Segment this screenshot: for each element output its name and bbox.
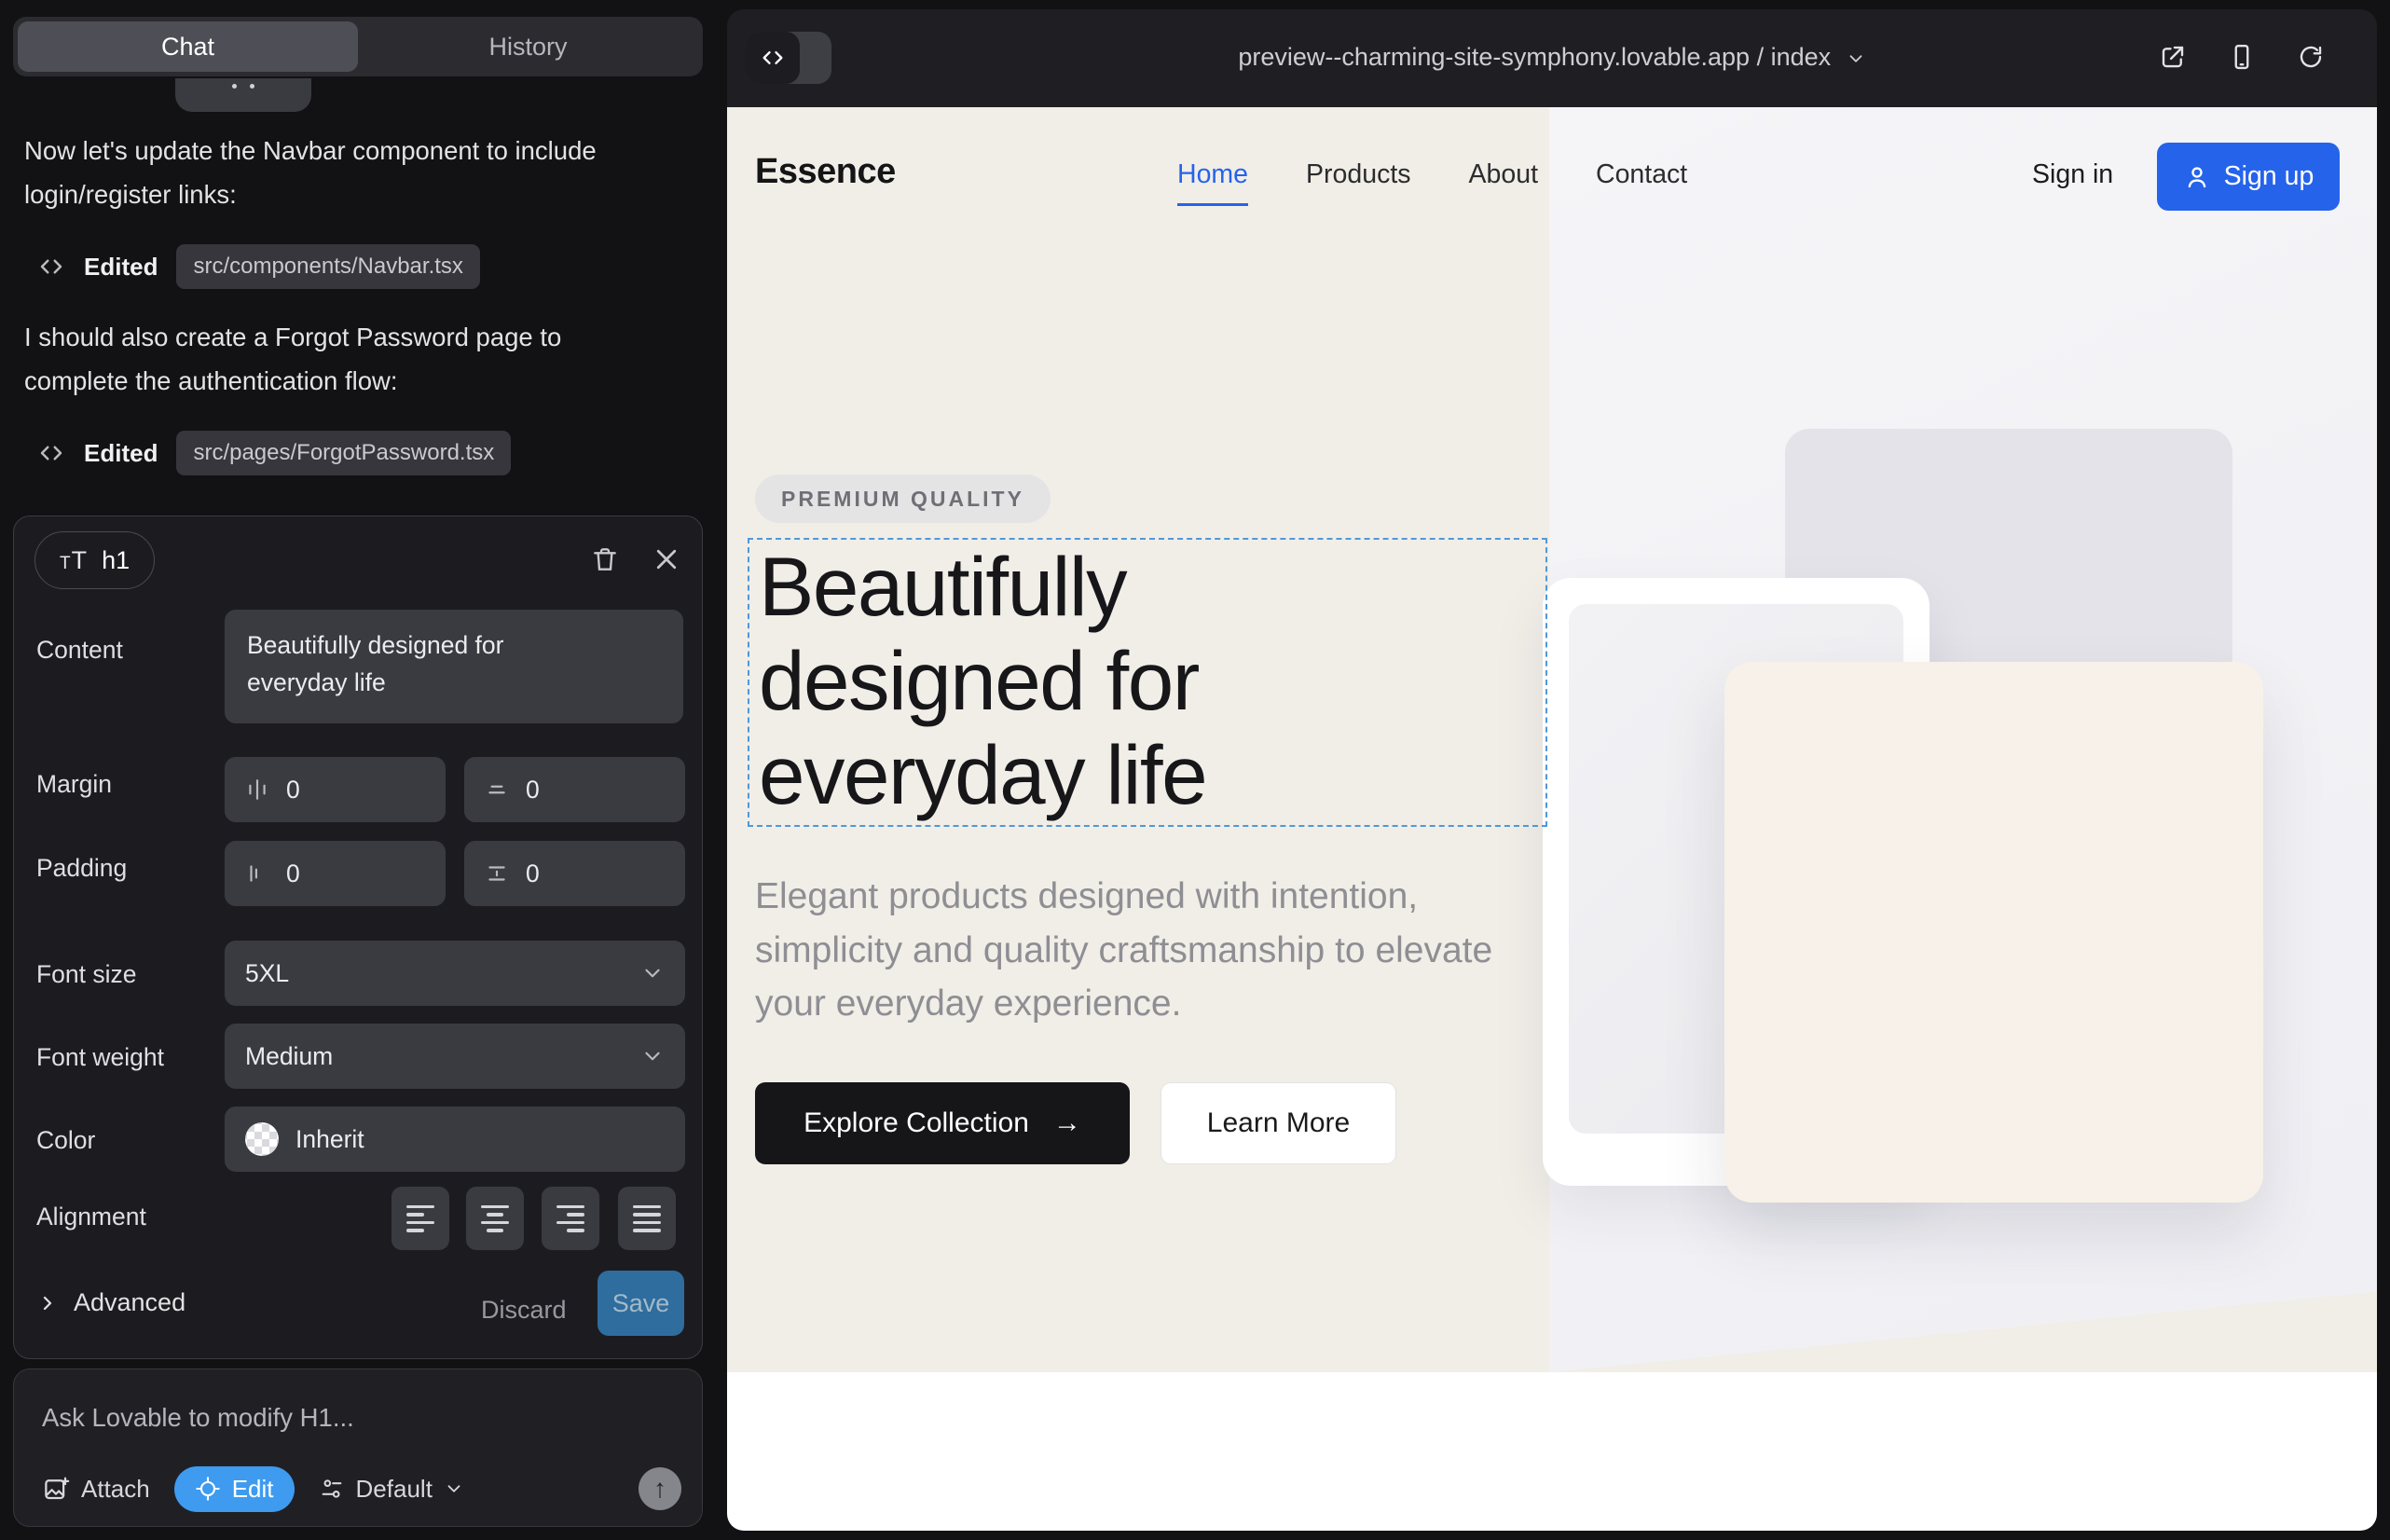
learn-more-button[interactable]: Learn More xyxy=(1161,1082,1396,1164)
color-value: Inherit xyxy=(295,1125,364,1154)
send-button[interactable]: ↑ xyxy=(639,1467,681,1510)
chevron-down-icon xyxy=(444,1478,464,1499)
app-root: Chat History Now let's update the Navbar… xyxy=(0,0,2390,1540)
image-plus-icon xyxy=(42,1475,70,1503)
open-external-button[interactable] xyxy=(2159,43,2187,71)
attach-button[interactable]: Attach xyxy=(42,1475,150,1504)
align-left-icon xyxy=(406,1205,434,1232)
align-right-icon xyxy=(556,1205,584,1232)
code-icon xyxy=(37,439,65,467)
color-select[interactable]: Inherit xyxy=(225,1107,685,1172)
nav-link-products[interactable]: Products xyxy=(1306,159,1410,206)
padding-y-input[interactable]: 0 xyxy=(464,841,685,906)
nav-link-home[interactable]: Home xyxy=(1177,159,1248,206)
align-justify-icon xyxy=(633,1205,661,1232)
align-left-button[interactable] xyxy=(391,1187,449,1250)
nav-link-about[interactable]: About xyxy=(1469,159,1538,206)
edit-mode-button[interactable]: Edit xyxy=(174,1466,295,1512)
preview-window: preview--charming-site-symphony.lovable.… xyxy=(727,9,2377,1531)
content-textarea[interactable]: Beautifully designed for everyday life xyxy=(225,610,683,723)
arrow-right-icon: → xyxy=(1053,1107,1081,1139)
chat-composer[interactable]: Ask Lovable to modify H1... Attach Edit … xyxy=(13,1368,703,1527)
font-weight-value: Medium xyxy=(245,1042,333,1071)
nav-link-contact[interactable]: Contact xyxy=(1596,159,1687,206)
tab-chat[interactable]: Chat xyxy=(18,21,358,72)
sign-in-link[interactable]: Sign in xyxy=(2032,159,2113,190)
decor-card-cream xyxy=(1724,662,2263,1203)
font-size-value: 5XL xyxy=(245,959,289,988)
close-panel-button[interactable] xyxy=(646,539,687,580)
chevron-down-icon xyxy=(640,961,665,985)
padding-horizontal-icon xyxy=(245,861,269,886)
composer-placeholder[interactable]: Ask Lovable to modify H1... xyxy=(42,1403,354,1433)
alignment-label: Alignment xyxy=(36,1203,146,1231)
edited-label: Edited xyxy=(84,253,158,282)
align-center-button[interactable] xyxy=(466,1187,524,1250)
selected-element-pill[interactable]: TT h1 xyxy=(34,531,155,589)
advanced-label: Advanced xyxy=(74,1288,185,1317)
model-selector[interactable]: Default xyxy=(319,1475,464,1504)
url-bar[interactable]: preview--charming-site-symphony.lovable.… xyxy=(727,43,2377,72)
site-logo[interactable]: Essence xyxy=(755,152,896,192)
font-size-select[interactable]: 5XL xyxy=(225,941,685,1006)
edited-label: Edited xyxy=(84,439,158,468)
sidebar-tabbar: Chat History xyxy=(13,17,703,76)
discard-button[interactable]: Discard xyxy=(481,1296,567,1325)
delete-element-button[interactable] xyxy=(584,539,625,580)
mobile-view-button[interactable] xyxy=(2228,43,2256,71)
arrow-up-icon: ↑ xyxy=(653,1474,666,1504)
file-path-badge[interactable]: src/components/Navbar.tsx xyxy=(176,244,479,289)
padding-vertical-icon xyxy=(485,861,509,886)
margin-label: Margin xyxy=(36,770,112,799)
chevron-right-icon xyxy=(36,1292,59,1314)
hero-description: Elegant products designed with intention… xyxy=(755,870,1510,1031)
chevron-down-icon xyxy=(640,1044,665,1068)
font-weight-select[interactable]: Medium xyxy=(225,1024,685,1089)
margin-horizontal-icon xyxy=(245,777,269,802)
margin-x-input[interactable]: 0 xyxy=(225,757,446,822)
file-path-badge[interactable]: src/pages/ForgotPassword.tsx xyxy=(176,431,511,475)
user-icon xyxy=(2183,163,2211,191)
browser-topbar: preview--charming-site-symphony.lovable.… xyxy=(727,9,2377,107)
edited-file-row[interactable]: Edited src/pages/ForgotPassword.tsx xyxy=(37,431,511,475)
margin-y-value: 0 xyxy=(526,776,540,804)
save-button[interactable]: Save xyxy=(598,1271,684,1336)
code-icon xyxy=(37,253,65,281)
chat-message: Now let's update the Navbar component to… xyxy=(24,129,602,216)
explore-collection-button[interactable]: Explore Collection → xyxy=(755,1082,1130,1164)
tab-history[interactable]: History xyxy=(358,21,698,72)
refresh-button[interactable] xyxy=(2297,43,2325,71)
font-size-label: Font size xyxy=(36,960,137,989)
color-label: Color xyxy=(36,1126,95,1155)
element-tag: h1 xyxy=(102,546,130,575)
margin-vertical-icon xyxy=(485,777,509,802)
chevron-down-icon xyxy=(1846,48,1866,69)
clipped-chat-badge xyxy=(175,78,311,112)
align-right-button[interactable] xyxy=(542,1187,599,1250)
font-weight-label: Font weight xyxy=(36,1043,164,1072)
sign-up-button[interactable]: Sign up xyxy=(2157,143,2340,211)
content-label: Content xyxy=(36,636,123,665)
padding-label: Padding xyxy=(36,854,127,883)
padding-x-value: 0 xyxy=(286,859,300,888)
color-swatch xyxy=(245,1122,279,1156)
text-size-icon: TT xyxy=(60,546,88,575)
sliders-icon xyxy=(319,1476,345,1502)
chat-message: I should also create a Forgot Password p… xyxy=(24,315,602,403)
h1-selection-outline[interactable]: Beautifully designed for everyday life xyxy=(748,538,1547,827)
element-editor-panel: TT h1 Content Beautifully designed for e… xyxy=(13,516,703,1359)
site-nav: Home Products About Contact xyxy=(1177,159,1687,206)
preview-page: Essence Home Products About Contact Sign… xyxy=(727,107,2377,1531)
advanced-toggle[interactable]: Advanced xyxy=(36,1288,185,1317)
hero-heading[interactable]: Beautifully designed for everyday life xyxy=(759,540,1206,822)
margin-y-input[interactable]: 0 xyxy=(464,757,685,822)
edited-file-row[interactable]: Edited src/components/Navbar.tsx xyxy=(37,244,480,289)
hero-badge: PREMIUM QUALITY xyxy=(755,474,1051,523)
align-center-icon xyxy=(481,1205,509,1232)
margin-x-value: 0 xyxy=(286,776,300,804)
padding-x-input[interactable]: 0 xyxy=(225,841,446,906)
target-icon xyxy=(195,1476,221,1502)
align-justify-button[interactable] xyxy=(618,1187,676,1250)
padding-y-value: 0 xyxy=(526,859,540,888)
